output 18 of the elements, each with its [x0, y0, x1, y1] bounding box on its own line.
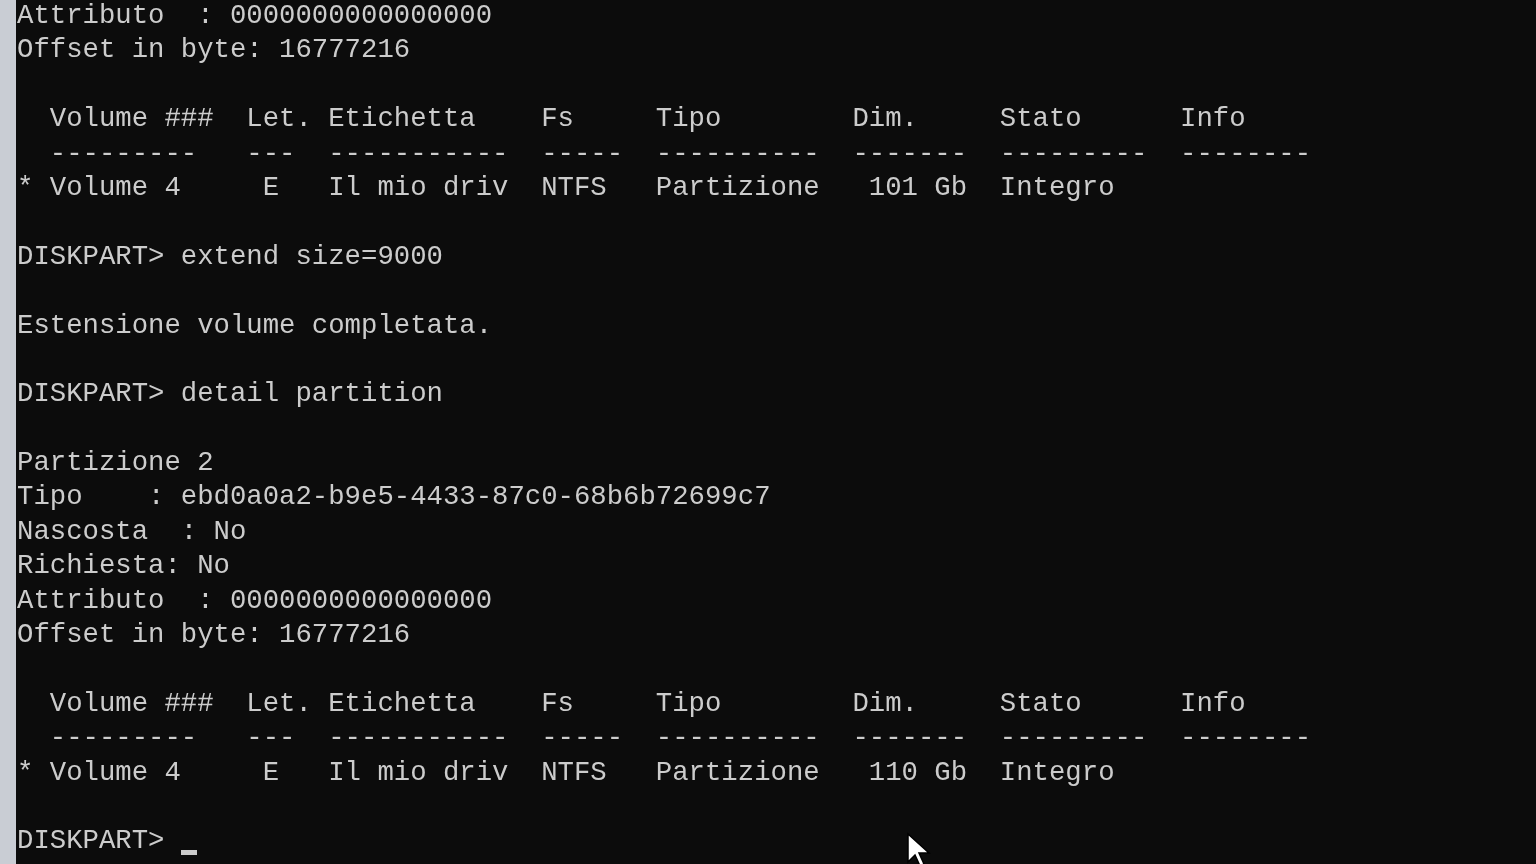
terminal-line: DISKPART> extend size=9000: [17, 239, 443, 274]
terminal-line: Partizione 2: [17, 446, 214, 481]
terminal-line: Nascosta : No: [17, 514, 247, 549]
terminal-line: Attributo : 0000000000000000: [17, 0, 493, 33]
terminal-line: Volume ### Let. Etichetta Fs Tipo Dim. Stato Info: [48, 686, 1246, 721]
terminal-line: Offset in byte: 16777216: [17, 33, 411, 68]
terminal-line: Offset in byte: 16777216: [17, 618, 411, 653]
terminal-line: * Volume 4 E Il mio driv NTFS Partizione 110 Gb Integro: [17, 755, 1115, 790]
terminal-line: Attributo : 0000000000000000: [17, 583, 493, 618]
terminal-line: * Volume 4 E Il mio driv NTFS Partizione 101 Gb Integro: [17, 170, 1115, 205]
terminal-line: --------- --- ----------- ----- ---------- ------- --------- --------: [48, 721, 1312, 756]
terminal-line: Richiesta: No: [17, 549, 230, 584]
terminal-line: Estensione volume completata.: [17, 308, 493, 343]
prompt-text: DISKPART>: [17, 824, 165, 859]
terminal-line: Volume ### Let. Etichetta Fs Tipo Dim. Stato Info: [48, 102, 1246, 137]
terminal-line: DISKPART> detail partition: [17, 377, 443, 412]
terminal-line: --------- --- ----------- ----- ---------- ------- --------- --------: [48, 136, 1312, 171]
terminal-line: Tipo : ebd0a0a2-b9e5-4433-87c0-68b6b72699c7: [17, 480, 771, 515]
